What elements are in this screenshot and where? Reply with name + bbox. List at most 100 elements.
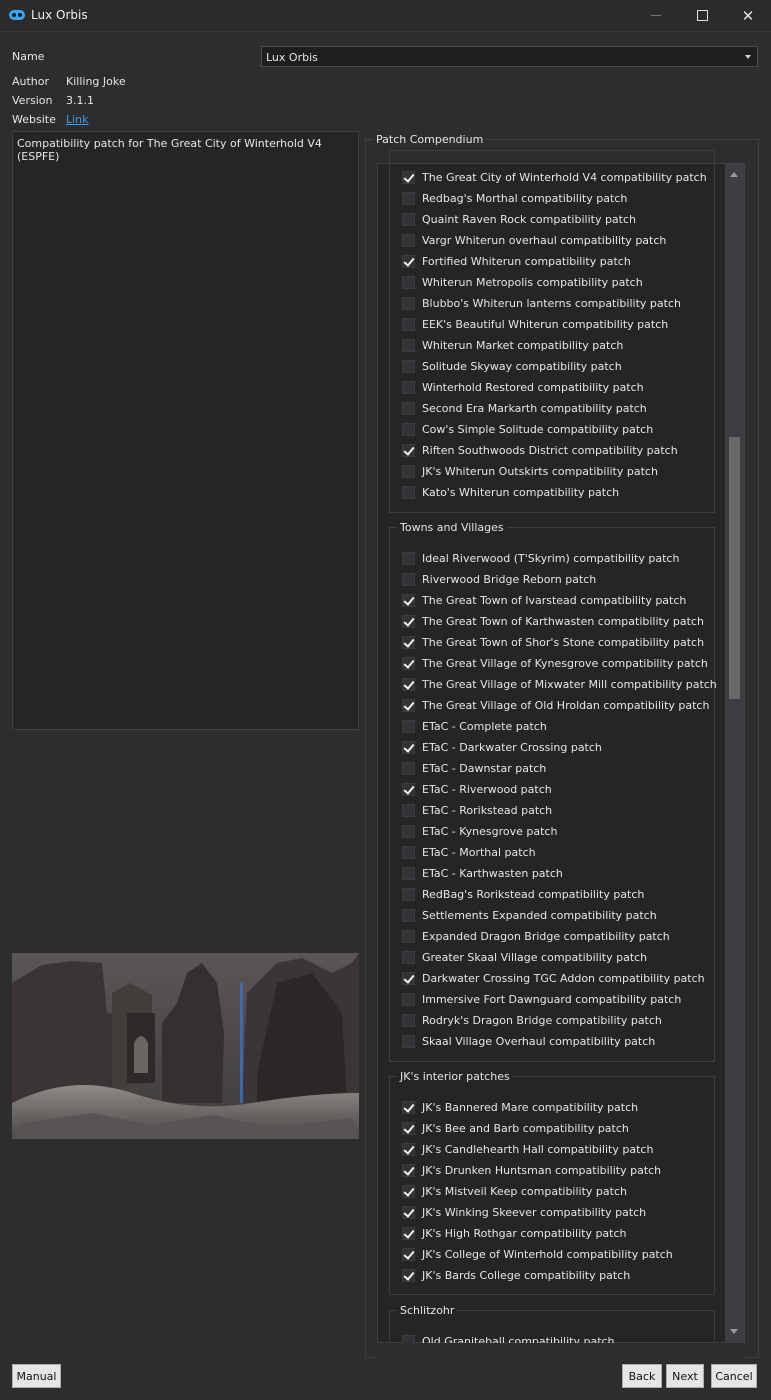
patch-checkbox-item[interactable]: Skaal Village Overhaul compatibility pat… (402, 1033, 655, 1049)
checkbox[interactable] (402, 782, 415, 796)
patch-checkbox-item[interactable]: JK's College of Winterhold compatibility… (402, 1246, 673, 1262)
patch-checkbox-item[interactable]: JK's Bannered Mare compatibility patch (402, 1099, 638, 1115)
checkbox[interactable] (402, 1100, 415, 1114)
checkbox[interactable] (402, 950, 415, 964)
checkbox[interactable] (402, 380, 415, 394)
checkbox[interactable] (402, 572, 415, 586)
checkbox[interactable] (402, 233, 415, 247)
patch-checkbox-item[interactable]: The Great City of Winterhold V4 compatib… (402, 169, 707, 185)
patch-checkbox-item[interactable]: Riften Southwoods District compatibility… (402, 442, 678, 458)
patch-checkbox-item[interactable]: The Great Village of Old Hroldan compati… (402, 697, 709, 713)
checkbox[interactable] (402, 338, 415, 352)
scrollbar-thumb[interactable] (729, 437, 740, 699)
patch-checkbox-item[interactable]: Whiterun Market compatibility patch (402, 337, 623, 353)
patch-checkbox-item[interactable]: ETaC - Karthwasten patch (402, 865, 563, 881)
maximize-button[interactable] (679, 0, 725, 31)
checkbox[interactable] (402, 485, 415, 499)
checkbox[interactable] (402, 635, 415, 649)
checkbox[interactable] (402, 1013, 415, 1027)
patch-checkbox-item[interactable]: JK's Whiterun Outskirts compatibility pa… (402, 463, 658, 479)
checkbox[interactable] (402, 887, 415, 901)
patch-checkbox-item[interactable]: JK's Candlehearth Hall compatibility pat… (402, 1141, 653, 1157)
checkbox[interactable] (402, 317, 415, 331)
checkbox[interactable] (402, 698, 415, 712)
patch-checkbox-item[interactable]: Quaint Raven Rock compatibility patch (402, 211, 636, 227)
patch-checkbox-item[interactable]: JK's Bards College compatibility patch (402, 1267, 630, 1283)
website-link[interactable]: Link (66, 113, 89, 126)
checkbox[interactable] (402, 992, 415, 1006)
minimize-button[interactable] (633, 0, 679, 31)
checkbox[interactable] (402, 1163, 415, 1177)
checkbox[interactable] (402, 254, 415, 268)
checkbox[interactable] (402, 443, 415, 457)
checkbox[interactable] (402, 971, 415, 985)
patch-checkbox-item[interactable]: Greater Skaal Village compatibility patc… (402, 949, 647, 965)
checkbox[interactable] (402, 551, 415, 565)
patch-checkbox-item[interactable]: JK's Drunken Huntsman compatibility patc… (402, 1162, 661, 1178)
patch-checkbox-item[interactable]: ETaC - Riverwood patch (402, 781, 552, 797)
checkbox[interactable] (402, 296, 415, 310)
vertical-scrollbar[interactable] (725, 164, 744, 1342)
checkbox[interactable] (402, 1184, 415, 1198)
patch-checkbox-item[interactable]: ETaC - Morthal patch (402, 844, 536, 860)
patch-checkbox-item[interactable]: Darkwater Crossing TGC Addon compatibili… (402, 970, 705, 986)
patch-checkbox-item[interactable]: Blubbo's Whiterun lanterns compatibility… (402, 295, 681, 311)
checkbox[interactable] (402, 719, 415, 733)
patch-checkbox-item[interactable]: Cow's Simple Solitude compatibility patc… (402, 421, 653, 437)
patch-checkbox-item[interactable]: Winterhold Restored compatibility patch (402, 379, 644, 395)
patch-checkbox-item[interactable]: JK's Winking Skeever compatibility patch (402, 1204, 646, 1220)
patch-checkbox-item[interactable]: The Great Village of Kynesgrove compatib… (402, 655, 708, 671)
patch-checkbox-item[interactable]: The Great Town of Ivarstead compatibilit… (402, 592, 686, 608)
checkbox[interactable] (402, 677, 415, 691)
cancel-button[interactable]: Cancel (711, 1364, 757, 1388)
patch-checkbox-item[interactable]: Solitude Skyway compatibility patch (402, 358, 622, 374)
patch-checkbox-item[interactable]: RedBag's Rorikstead compatibility patch (402, 886, 644, 902)
patch-checkbox-item[interactable]: Expanded Dragon Bridge compatibility pat… (402, 928, 670, 944)
patch-checkbox-item[interactable]: ETaC - Complete patch (402, 718, 547, 734)
checkbox[interactable] (402, 845, 415, 859)
patch-checkbox-item[interactable]: EEK's Beautiful Whiterun compatibility p… (402, 316, 668, 332)
checkbox[interactable] (402, 1142, 415, 1156)
patch-checkbox-item[interactable]: Redbag's Morthal compatibility patch (402, 190, 627, 206)
patch-checkbox-item[interactable]: ETaC - Kynesgrove patch (402, 823, 557, 839)
patch-checkbox-item[interactable]: The Great Village of Mixwater Mill compa… (402, 676, 717, 692)
patch-checkbox-item[interactable]: The Great Town of Shor's Stone compatibi… (402, 634, 704, 650)
patch-checkbox-item[interactable]: Kato's Whiterun compatibility patch (402, 484, 619, 500)
checkbox[interactable] (402, 1247, 415, 1261)
patch-checkbox-item[interactable]: ETaC - Darkwater Crossing patch (402, 739, 602, 755)
checkbox[interactable] (402, 614, 415, 628)
patch-checkbox-item[interactable]: Rodryk's Dragon Bridge compatibility pat… (402, 1012, 662, 1028)
patch-checkbox-item[interactable]: ETaC - Rorikstead patch (402, 802, 552, 818)
checkbox[interactable] (402, 422, 415, 436)
patch-checkbox-item[interactable]: Whiterun Metropolis compatibility patch (402, 274, 643, 290)
checkbox[interactable] (402, 401, 415, 415)
checkbox[interactable] (402, 1226, 415, 1240)
checkbox[interactable] (402, 908, 415, 922)
close-button[interactable]: ✕ (725, 0, 771, 31)
checkbox[interactable] (402, 593, 415, 607)
checkbox[interactable] (402, 1034, 415, 1048)
name-combobox[interactable]: Lux Orbis (261, 46, 758, 67)
checkbox[interactable] (402, 170, 415, 184)
checkbox[interactable] (402, 929, 415, 943)
patch-checkbox-item[interactable]: Settlements Expanded compatibility patch (402, 907, 657, 923)
checkbox[interactable] (402, 1205, 415, 1219)
checkbox[interactable] (402, 1268, 415, 1282)
patch-checkbox-item[interactable]: JK's High Rothgar compatibility patch (402, 1225, 627, 1241)
checkbox[interactable] (402, 656, 415, 670)
patch-checkbox-item[interactable]: Fortified Whiterun compatibility patch (402, 253, 631, 269)
manual-button[interactable]: Manual (12, 1364, 61, 1388)
checkbox[interactable] (402, 803, 415, 817)
checkbox[interactable] (402, 359, 415, 373)
patch-checkbox-item[interactable]: JK's Mistveil Keep compatibility patch (402, 1183, 627, 1199)
patch-checkbox-item[interactable]: Vargr Whiterun overhaul compatibility pa… (402, 232, 666, 248)
checkbox[interactable] (402, 464, 415, 478)
scroll-down-icon[interactable] (730, 1329, 738, 1334)
checkbox[interactable] (402, 824, 415, 838)
checkbox[interactable] (402, 275, 415, 289)
description-box[interactable]: Compatibility patch for The Great City o… (12, 131, 359, 730)
checkbox[interactable] (402, 1121, 415, 1135)
patch-checkbox-item[interactable]: ETaC - Dawnstar patch (402, 760, 546, 776)
checkbox[interactable] (402, 866, 415, 880)
patch-checkbox-item[interactable]: Ideal Riverwood (T'Skyrim) compatibility… (402, 550, 679, 566)
